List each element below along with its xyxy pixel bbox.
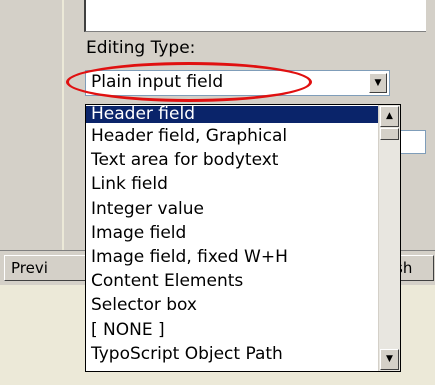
dropdown-option[interactable]: Image field	[86, 221, 380, 245]
arrow-up-icon[interactable]: ▲	[380, 106, 399, 127]
dropdown-option[interactable]: Integer value	[86, 197, 380, 221]
preview-button[interactable]: Previ	[4, 255, 94, 281]
dropdown-option[interactable]: [ NONE ]	[86, 318, 380, 342]
editing-type-select[interactable]: Plain input field ▼	[85, 70, 390, 96]
dropdown-option[interactable]: Text area for bodytext	[86, 148, 380, 172]
dropdown-option[interactable]: Selector box	[86, 293, 380, 317]
text-area-field[interactable]	[84, 0, 426, 32]
dropdown-option[interactable]: Content Elements	[86, 269, 380, 293]
editing-type-label: Editing Type:	[86, 38, 196, 58]
dropdown-option[interactable]: Header field	[86, 106, 380, 123]
dropdown-option[interactable]: Link field	[86, 172, 380, 196]
left-strip	[0, 0, 62, 250]
selected-value: Plain input field	[91, 72, 224, 92]
scrollbar[interactable]: ▲ ▼	[378, 105, 400, 371]
editing-type-dropdown-list[interactable]: Header field Header field, Graphical Text …	[85, 104, 401, 372]
dropdown-option[interactable]: Image field, fixed W+H	[86, 245, 380, 269]
dropdown-option[interactable]: Header field, Graphical	[86, 124, 380, 148]
scrollbar-thumb[interactable]	[380, 128, 399, 140]
dropdown-option[interactable]: TypoScript Object Path	[86, 342, 380, 366]
chevron-down-icon[interactable]: ▼	[369, 73, 387, 93]
arrow-down-icon[interactable]: ▼	[380, 349, 399, 370]
option-list: Header field Header field, Graphical Text …	[86, 105, 380, 366]
